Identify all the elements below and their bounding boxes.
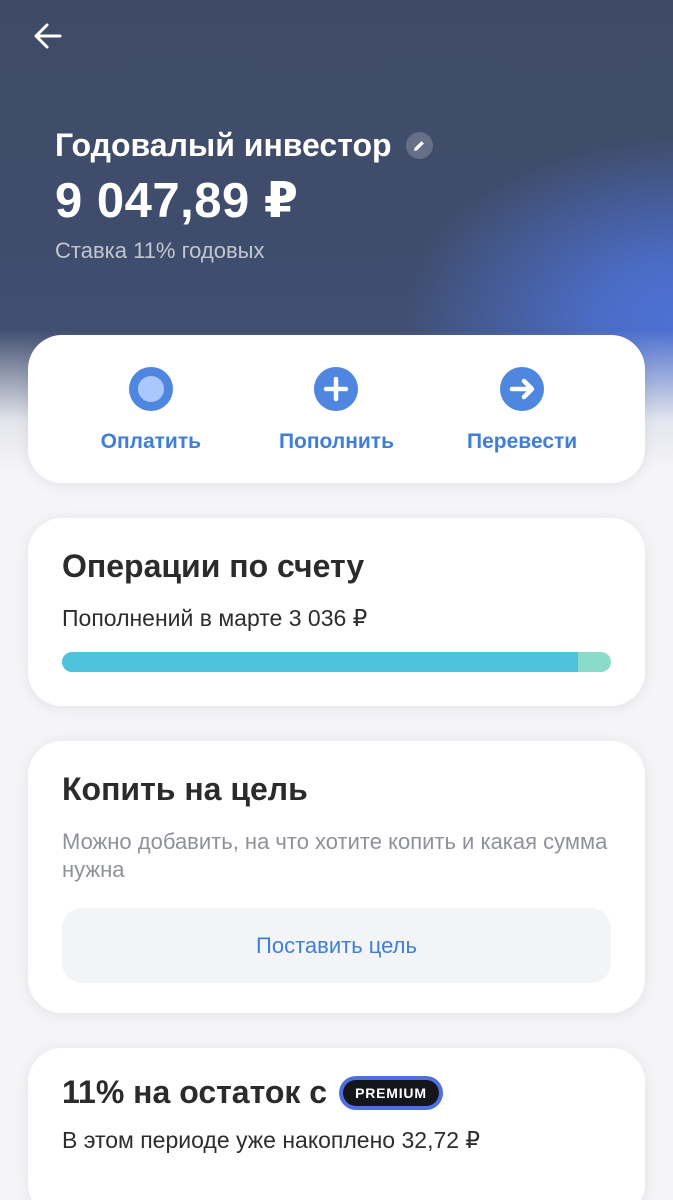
operations-progress-fill <box>62 652 579 672</box>
operations-summary: Пополнений в марте 3 036 ₽ <box>62 605 368 631</box>
transfer-button[interactable]: Перевести <box>442 335 602 483</box>
balance-amount: 9 047,89 ₽ <box>55 174 299 228</box>
account-title: Годовалый инвестор <box>55 127 433 164</box>
operations-progress-bar <box>62 652 611 672</box>
interest-title: 11% на остаток с <box>62 1074 328 1110</box>
circle-dot-icon <box>128 367 173 411</box>
pay-button[interactable]: Оплатить <box>71 335 231 483</box>
arrow-left-icon <box>34 23 62 49</box>
operations-title: Операции по счету <box>62 548 365 584</box>
savings-goal-card: Копить на цель Можно добавить, на что хо… <box>28 741 645 1013</box>
interest-card[interactable]: 11% на остаток с PREMIUM В этом периоде … <box>28 1048 645 1200</box>
interest-accrued: В этом периоде уже накоплено 32,72 ₽ <box>62 1127 481 1153</box>
pencil-icon <box>414 140 424 151</box>
edit-name-button[interactable] <box>405 132 433 159</box>
goal-title: Копить на цель <box>62 771 308 807</box>
top-up-button[interactable]: Пополнить <box>256 335 416 483</box>
premium-badge-label: PREMIUM <box>343 1079 439 1106</box>
transfer-label: Перевести <box>467 430 578 453</box>
pay-label: Оплатить <box>100 430 202 453</box>
arrow-right-icon <box>500 367 545 411</box>
back-button[interactable] <box>26 14 70 58</box>
plus-icon <box>314 367 359 411</box>
premium-badge: PREMIUM <box>339 1075 443 1110</box>
interest-rate: Ставка 11% годовых <box>55 238 265 263</box>
set-goal-button[interactable]: Поставить цель <box>62 908 611 983</box>
operations-card[interactable]: Операции по счету Пополнений в марте 3 0… <box>28 518 645 706</box>
interest-title-row: 11% на остаток с PREMIUM <box>62 1074 611 1111</box>
account-name: Годовалый инвестор <box>55 127 392 163</box>
top-up-label: Пополнить <box>278 430 394 453</box>
goal-description: Можно добавить, на что хотите копить и к… <box>62 829 608 882</box>
quick-actions-card: Оплатить Пополнить Перевести <box>28 335 645 483</box>
